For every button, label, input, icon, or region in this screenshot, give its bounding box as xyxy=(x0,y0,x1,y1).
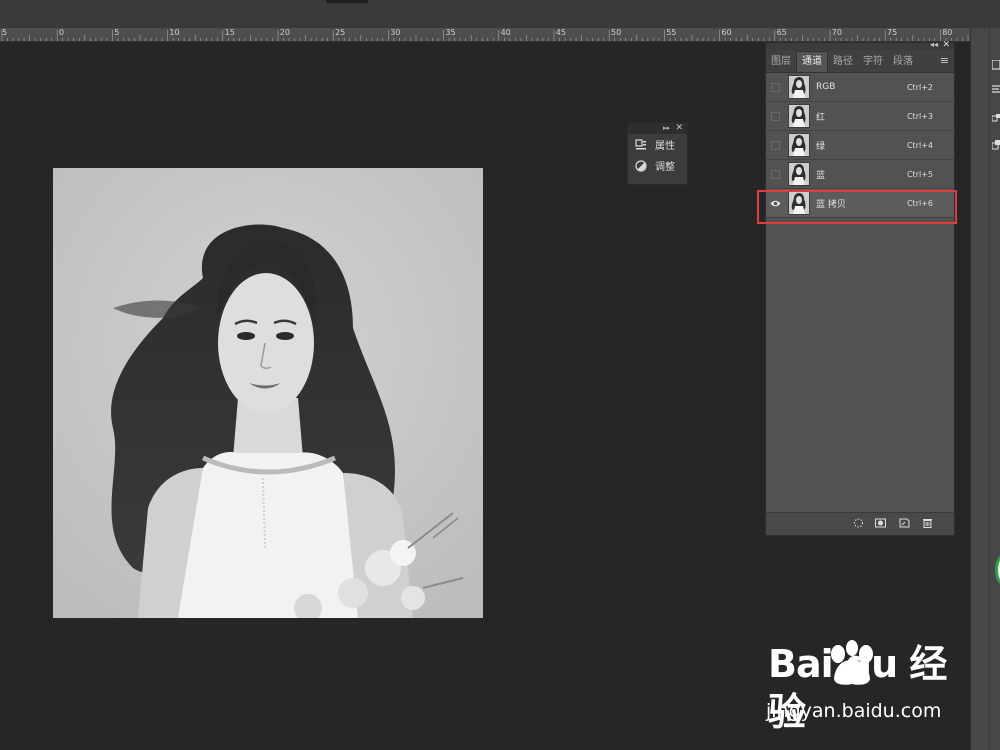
ruler-label: 40 xyxy=(500,28,511,37)
adjustments-button[interactable]: 调整 xyxy=(628,155,687,176)
ruler-label: 65 xyxy=(776,28,787,37)
tab-paragraph[interactable]: 段落 xyxy=(888,52,918,72)
save-selection-icon[interactable] xyxy=(875,518,886,528)
ruler-label: 55 xyxy=(666,28,677,37)
ruler-label: 5 xyxy=(114,28,120,37)
ruler-label: 30 xyxy=(390,28,401,37)
thumbnail-portrait xyxy=(789,76,809,98)
channel-thumbnail xyxy=(788,133,810,157)
channel-name: 红 xyxy=(816,112,826,123)
ruler-label: 20 xyxy=(279,28,290,37)
properties-button[interactable]: 属性 xyxy=(628,134,687,155)
thumbnail-portrait xyxy=(789,134,809,156)
channel-shortcut: Ctrl+5 xyxy=(906,169,933,179)
panel-tabs: 图层 通道 路径 字符 段落 ≡ xyxy=(766,50,954,73)
properties-adjustments-panel: ▸▸ ✕ 属性 调整 xyxy=(627,122,688,185)
top-toolbar xyxy=(0,0,1000,29)
channel-thumbnail xyxy=(788,75,810,99)
tab-channels[interactable]: 通道 xyxy=(796,51,828,72)
brush-settings-icon[interactable] xyxy=(992,84,1000,94)
ruler-label: 35 xyxy=(445,28,456,37)
properties-icon xyxy=(635,138,646,149)
panel-menu-icon[interactable]: ≡ xyxy=(940,54,949,67)
ruler-label: 5 xyxy=(2,28,8,37)
close-icon[interactable]: ✕ xyxy=(675,123,683,133)
tab-character[interactable]: 字符 xyxy=(858,52,888,72)
libraries-icon[interactable] xyxy=(992,140,1000,150)
new-channel-icon[interactable] xyxy=(899,518,910,528)
ruler-label: 45 xyxy=(555,28,566,37)
channels-footer xyxy=(766,512,954,535)
ruler-label: 50 xyxy=(611,28,622,37)
baidu-watermark: Bai du 经验 jingyan.baidu.com xyxy=(764,640,964,735)
visibility-toggle[interactable] xyxy=(771,140,780,150)
status-indicator-icon xyxy=(995,556,1000,584)
clone-source-icon[interactable] xyxy=(992,114,1000,124)
close-panel-icon[interactable]: ✕ xyxy=(942,40,950,50)
channel-row-rgb[interactable]: RGB Ctrl+2 xyxy=(766,73,954,102)
channel-shortcut: Ctrl+2 xyxy=(906,82,933,92)
collapse-icon[interactable]: ▸▸ xyxy=(663,124,670,132)
horizontal-ruler: 5 0 5 10 15 20 25 30 35 40 45 50 55 60 65 70 75 80 xyxy=(0,28,970,42)
trash-icon[interactable] xyxy=(922,518,933,528)
mini-panel-header[interactable]: ▸▸ ✕ xyxy=(628,123,687,134)
history-icon[interactable] xyxy=(992,60,1000,70)
properties-label: 属性 xyxy=(655,141,675,152)
document-image[interactable] xyxy=(53,168,483,618)
channel-row-blue[interactable]: 蓝 Ctrl+5 xyxy=(766,160,954,189)
ruler-label: 75 xyxy=(887,28,898,37)
visibility-toggle[interactable] xyxy=(771,111,780,121)
visibility-toggle[interactable] xyxy=(771,169,780,179)
portrait-photo xyxy=(53,168,483,618)
tab-layers[interactable]: 图层 xyxy=(766,52,796,72)
channel-shortcut: Ctrl+3 xyxy=(906,111,933,121)
channel-name: 绿 xyxy=(816,141,826,152)
ruler-label: 25 xyxy=(335,28,346,37)
adjustments-icon xyxy=(635,159,647,172)
adjustments-label: 调整 xyxy=(655,162,675,173)
thumbnail-portrait xyxy=(789,105,809,127)
load-selection-icon[interactable] xyxy=(853,518,864,528)
channels-panel-header[interactable]: ◂◂ ✕ xyxy=(766,40,954,50)
channel-name: RGB xyxy=(816,82,836,92)
visibility-toggle[interactable] xyxy=(771,82,780,92)
ruler-label: 15 xyxy=(224,28,235,37)
ruler-label: 80 xyxy=(942,28,953,37)
channel-shortcut: Ctrl+4 xyxy=(906,140,933,150)
watermark-url: jingyan.baidu.com xyxy=(766,700,942,722)
selected-channel-highlight xyxy=(757,190,957,224)
dock-separator xyxy=(989,28,990,750)
tab-paths[interactable]: 路径 xyxy=(828,52,858,72)
thumbnail-portrait xyxy=(789,163,809,185)
ruler-label: 0 xyxy=(59,28,65,37)
channel-name: 蓝 xyxy=(816,170,826,181)
ruler-ticks xyxy=(1,30,969,41)
channel-thumbnail xyxy=(788,162,810,186)
channel-row-green[interactable]: 绿 Ctrl+4 xyxy=(766,131,954,160)
collapse-panel-icon[interactable]: ◂◂ xyxy=(930,40,938,49)
channel-thumbnail xyxy=(788,104,810,128)
ruler-label: 70 xyxy=(831,28,842,37)
channels-panel: ◂◂ ✕ 图层 通道 路径 字符 段落 ≡ RGB Ctrl+2 红 Ctrl+… xyxy=(765,40,955,536)
ruler-label: 10 xyxy=(169,28,180,37)
ruler-label: 60 xyxy=(721,28,732,37)
right-dock xyxy=(970,28,1000,750)
document-tab-marker xyxy=(326,0,368,3)
channel-row-red[interactable]: 红 Ctrl+3 xyxy=(766,102,954,131)
